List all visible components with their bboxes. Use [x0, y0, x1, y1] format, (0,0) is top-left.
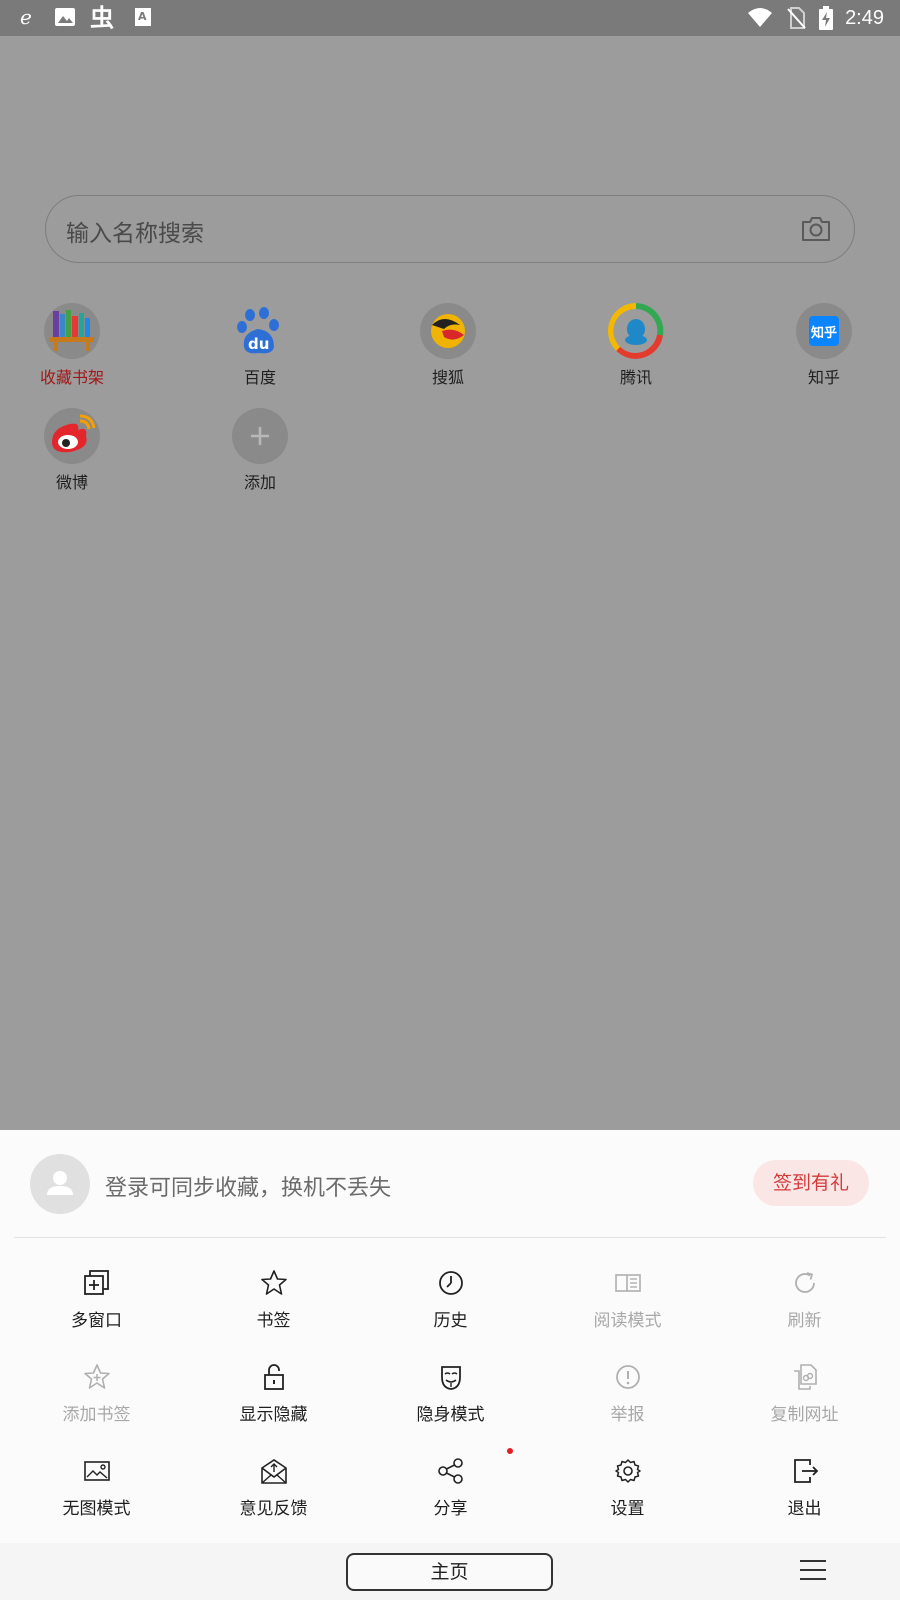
menu-item-label: 退出 — [787, 1499, 822, 1519]
menu-item-label: 显示隐藏 — [239, 1405, 308, 1425]
menu-item-label: 意见反馈 — [239, 1499, 308, 1519]
menu-sheet: 登录可同步收藏，换机不丢失 签到有礼 多窗口 书签 历史 阅读模式 刷新 添加书… — [0, 1130, 900, 1543]
menu-item-share[interactable]: 分享 — [362, 1456, 539, 1526]
menu-item-exit[interactable]: 退出 — [716, 1456, 893, 1526]
share-icon — [436, 1456, 466, 1486]
search-placeholder: 输入名称搜索 — [66, 221, 204, 247]
shortcut-label: 搜狐 — [431, 368, 464, 387]
menu-item-refresh[interactable]: 刷新 — [716, 1268, 893, 1338]
menu-item-multi-window[interactable]: 多窗口 — [8, 1268, 185, 1338]
menu-item-copy-url[interactable]: 复制网址 — [716, 1362, 893, 1432]
gear-icon — [613, 1456, 643, 1486]
tencent-qq-icon — [608, 303, 664, 359]
shortcut-baidu[interactable]: du 百度 — [200, 303, 320, 403]
menu-item-show-hidden[interactable]: 显示隐藏 — [185, 1362, 362, 1432]
svg-text:e: e — [20, 6, 32, 28]
login-prompt[interactable]: 登录可同步收藏，换机不丢失 — [105, 1170, 391, 1202]
menu-item-label: 无图模式 — [62, 1499, 131, 1519]
menu-item-bookmarks[interactable]: 书签 — [185, 1268, 362, 1338]
menu-item-label: 阅读模式 — [593, 1311, 662, 1331]
shortcut-label: 添加 — [243, 473, 276, 492]
incognito-mask-icon — [436, 1362, 466, 1392]
menu-item-label: 书签 — [256, 1311, 291, 1331]
clock-time: 2:49 — [845, 7, 884, 29]
baidu-paw-icon: du — [232, 303, 288, 359]
shortcut-label: 收藏书架 — [39, 368, 104, 387]
menu-item-no-image-mode[interactable]: 无图模式 — [8, 1456, 185, 1526]
menu-item-label: 多窗口 — [71, 1311, 122, 1331]
copy-url-icon — [790, 1362, 820, 1392]
font-icon: A — [132, 4, 154, 30]
shortcut-tencent[interactable]: 腾讯 — [576, 303, 696, 403]
shortcut-label: 知乎 — [807, 368, 840, 387]
refresh-icon — [790, 1268, 820, 1298]
add-icon — [232, 408, 288, 464]
search-input[interactable]: 输入名称搜索 — [45, 195, 855, 263]
hamburger-menu-icon[interactable] — [800, 1560, 828, 1582]
reading-mode-icon — [613, 1268, 643, 1298]
report-icon — [613, 1362, 643, 1392]
shortcut-label: 腾讯 — [619, 368, 652, 387]
star-icon — [259, 1268, 289, 1298]
weibo-icon — [44, 408, 100, 464]
menu-item-label: 分享 — [433, 1499, 468, 1519]
shortcut-sohu[interactable]: 搜狐 — [388, 303, 508, 403]
bookshelf-icon — [44, 303, 100, 359]
divider — [14, 1237, 886, 1238]
camera-icon[interactable] — [800, 214, 832, 244]
browser-e-icon: e — [18, 4, 40, 30]
notification-dot — [507, 1448, 513, 1454]
exit-icon — [790, 1456, 820, 1486]
zhihu-icon: 知乎 — [796, 303, 852, 359]
image-icon — [54, 4, 76, 30]
menu-item-reading-mode[interactable]: 阅读模式 — [539, 1268, 716, 1338]
no-image-icon — [82, 1456, 112, 1486]
menu-item-history[interactable]: 历史 — [362, 1268, 539, 1338]
shortcut-label: 百度 — [243, 368, 276, 387]
signin-reward-button[interactable]: 签到有礼 — [753, 1160, 869, 1206]
avatar[interactable] — [30, 1154, 90, 1214]
multi-window-icon — [82, 1268, 112, 1298]
shortcut-zhihu[interactable]: 知乎 知乎 — [764, 303, 884, 403]
shortcut-bookshelf[interactable]: 收藏书架 — [12, 303, 132, 403]
menu-item-incognito[interactable]: 隐身模式 — [362, 1362, 539, 1432]
menu-item-label: 添加书签 — [62, 1405, 131, 1425]
unlock-icon — [259, 1362, 289, 1392]
menu-item-feedback[interactable]: 意见反馈 — [185, 1456, 362, 1526]
menu-item-label: 隐身模式 — [416, 1405, 485, 1425]
bottom-nav: 主页 — [0, 1543, 900, 1600]
shortcut-label: 微博 — [55, 473, 88, 492]
menu-item-label: 设置 — [610, 1499, 645, 1519]
bug-icon: 虫 — [90, 4, 118, 30]
svg-text:A: A — [138, 10, 147, 23]
status-bar: e 虫 A 2:49 — [0, 0, 900, 36]
clock-icon — [436, 1268, 466, 1298]
feedback-mail-icon — [259, 1456, 289, 1486]
battery-charging-icon — [819, 5, 834, 31]
shortcut-weibo[interactable]: 微博 — [12, 408, 132, 508]
home-button[interactable]: 主页 — [346, 1553, 553, 1591]
menu-item-label: 举报 — [610, 1405, 645, 1425]
no-sim-icon — [785, 5, 807, 31]
svg-text:虫: 虫 — [90, 4, 114, 30]
menu-item-add-bookmark[interactable]: 添加书签 — [8, 1362, 185, 1432]
add-bookmark-icon — [82, 1362, 112, 1392]
menu-item-label: 历史 — [433, 1311, 468, 1331]
menu-item-label: 复制网址 — [770, 1405, 839, 1425]
sohu-fox-icon — [420, 303, 476, 359]
svg-text:知乎: 知乎 — [811, 325, 837, 341]
menu-item-report[interactable]: 举报 — [539, 1362, 716, 1432]
svg-text:du: du — [248, 335, 269, 353]
menu-item-settings[interactable]: 设置 — [539, 1456, 716, 1526]
menu-item-label: 刷新 — [787, 1311, 822, 1331]
shortcut-add[interactable]: 添加 — [200, 408, 320, 508]
wifi-icon — [747, 5, 773, 31]
